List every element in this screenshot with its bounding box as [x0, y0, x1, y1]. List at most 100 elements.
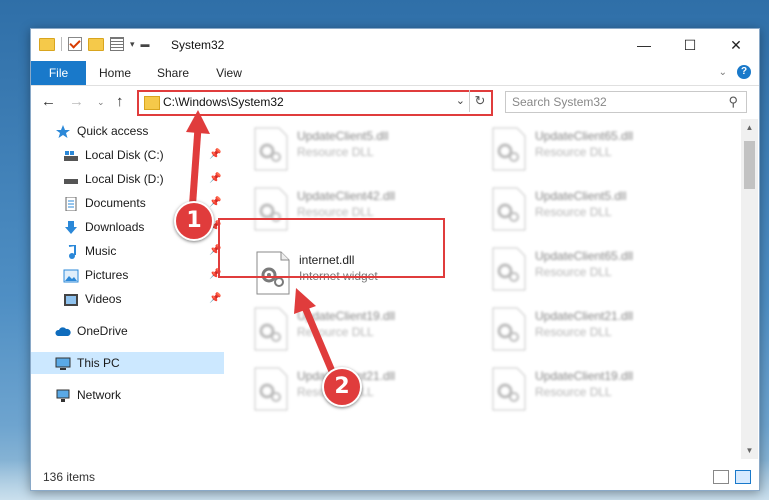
dll-file-icon	[254, 127, 288, 171]
scroll-down-icon[interactable]: ▼	[741, 442, 758, 459]
nav-item-quick-access[interactable]: Quick access	[55, 120, 148, 142]
file-description: Resource DLL	[535, 265, 612, 279]
nav-item-downloads[interactable]: Downloads	[63, 216, 144, 238]
file-tile[interactable]: UpdateClient65.dll Resource DLL	[485, 243, 700, 298]
file-description: Resource DLL	[535, 385, 612, 399]
pin-icon[interactable]: 📌	[209, 293, 221, 304]
cloud-icon	[55, 324, 71, 338]
nav-item-label: Downloads	[85, 220, 145, 234]
up-arrow-icon[interactable]: ↑	[116, 93, 124, 110]
file-description: Resource DLL	[535, 205, 612, 219]
pin-icon[interactable]: 📌	[209, 173, 221, 184]
pin-icon[interactable]: 📌	[209, 197, 221, 208]
large-icons-view-icon[interactable]	[735, 470, 751, 484]
nav-item-local-disk-c[interactable]: Local Disk (C:)	[63, 144, 164, 166]
title-bar: ▾ ▬ System32 — ☐ ✕	[31, 29, 759, 61]
star-icon	[55, 124, 71, 138]
tab-view[interactable]: View	[207, 61, 251, 85]
network-icon	[55, 388, 71, 402]
pictures-icon	[63, 268, 79, 283]
view-toggle	[713, 470, 751, 484]
file-description: Resource DLL	[535, 145, 612, 159]
expand-ribbon-chevron-icon[interactable]: ⌄	[719, 67, 727, 78]
nav-item-label: Quick access	[77, 124, 149, 138]
address-bar[interactable]: C:\Windows\System32 ⌄	[137, 90, 493, 116]
dll-file-icon	[254, 367, 288, 411]
address-row: ← → ⌄ ↑ C:\Windows\System32 ⌄ ↻ Search S…	[31, 86, 759, 118]
new-folder-icon[interactable]	[88, 37, 104, 51]
customize-toolbar-dropdown-icon[interactable]: ▾	[130, 39, 135, 50]
minimize-icon: —	[637, 37, 651, 53]
close-button[interactable]: ✕	[713, 29, 759, 61]
file-tile[interactable]: UpdateClient19.dll Resource DLL	[485, 363, 700, 418]
nav-item-music[interactable]: Music	[63, 240, 116, 262]
tab-file[interactable]: File	[31, 61, 86, 85]
nav-item-label: Documents	[85, 196, 146, 210]
nav-item-label: Local Disk (C:)	[85, 148, 164, 162]
forward-arrow-icon[interactable]: →	[69, 93, 84, 110]
details-view-icon[interactable]	[713, 470, 729, 484]
nav-item-local-disk-d[interactable]: Local Disk (D:)	[63, 168, 164, 190]
help-icon[interactable]: ?	[737, 65, 751, 79]
file-name: UpdateClient65.dll	[535, 249, 634, 263]
address-dropdown-chevron-icon[interactable]: ⌄	[456, 94, 465, 107]
dll-file-icon	[492, 307, 526, 351]
file-name: UpdateClient21.dll	[535, 309, 634, 323]
nav-item-onedrive[interactable]: OneDrive	[55, 320, 128, 342]
refresh-button[interactable]: ↻	[469, 90, 490, 112]
dll-file-icon	[492, 247, 526, 291]
file-name: UpdateClient19.dll	[535, 369, 634, 383]
nav-item-label: Music	[85, 244, 117, 258]
quick-access-toolbar: ▾ ▬	[39, 37, 150, 51]
pin-icon[interactable]: 📌	[209, 149, 221, 160]
tab-share[interactable]: Share	[151, 61, 195, 85]
computer-icon	[55, 356, 71, 370]
search-input[interactable]: Search System32 ⚲	[505, 91, 747, 113]
videos-icon	[63, 292, 79, 306]
nav-item-label: OneDrive	[77, 324, 128, 338]
file-name: UpdateClient65.dll	[535, 129, 634, 143]
download-icon	[63, 220, 79, 234]
file-tile[interactable]: UpdateClient5.dll Resource DLL	[485, 183, 700, 238]
toolbar-separator	[61, 37, 62, 51]
nav-item-videos[interactable]: Videos	[63, 288, 121, 310]
vertical-scrollbar[interactable]: ▲ ▼	[741, 119, 758, 459]
scroll-up-icon[interactable]: ▲	[741, 119, 758, 136]
callout-1: 1	[174, 201, 214, 241]
address-path: C:\Windows\System32	[163, 95, 284, 109]
window-title: System32	[171, 38, 225, 52]
drive-icon	[63, 172, 79, 186]
nav-item-label: This PC	[77, 356, 120, 370]
dll-file-icon	[492, 187, 526, 231]
file-description: Resource DLL	[297, 325, 374, 339]
nav-item-label: Videos	[85, 292, 122, 306]
search-icon: ⚲	[728, 94, 738, 109]
nav-item-pictures[interactable]: Pictures	[63, 264, 128, 286]
navigation-pane: Quick access Local Disk (C:) Local Disk …	[31, 119, 225, 459]
minimize-button[interactable]: —	[621, 29, 667, 61]
back-arrow-icon[interactable]: ←	[41, 93, 56, 110]
file-tile[interactable]: UpdateClient5.dll Resource DLL	[247, 123, 462, 178]
nav-item-documents[interactable]: Documents	[63, 192, 146, 214]
file-description: Resource DLL	[297, 205, 374, 219]
maximize-icon: ☐	[683, 36, 697, 53]
nav-item-this-pc[interactable]: This PC	[31, 352, 224, 374]
item-count: 136 items	[43, 470, 96, 484]
file-list: UpdateClient5.dll Resource DLL UpdateCli…	[227, 119, 739, 459]
file-tile[interactable]: UpdateClient21.dll Resource DLL	[485, 303, 700, 358]
dll-file-icon	[492, 367, 526, 411]
properties-icon[interactable]	[110, 37, 124, 51]
documents-icon	[63, 196, 79, 212]
callout-2: 2	[322, 367, 362, 407]
nav-item-network[interactable]: Network	[55, 384, 121, 406]
tab-home[interactable]: Home	[93, 61, 137, 85]
scrollbar-thumb[interactable]	[744, 141, 755, 189]
qat-dropdown-icon[interactable]: ▬	[141, 39, 150, 49]
file-tile[interactable]: UpdateClient65.dll Resource DLL	[485, 123, 700, 178]
file-tile[interactable]: UpdateClient19.dll Resource DLL	[247, 303, 462, 358]
nav-item-label: Pictures	[85, 268, 129, 282]
recent-locations-chevron-icon[interactable]: ⌄	[97, 97, 105, 108]
folder-icon	[144, 96, 160, 110]
properties-check-icon[interactable]	[68, 37, 82, 51]
maximize-button[interactable]: ☐	[667, 29, 713, 61]
